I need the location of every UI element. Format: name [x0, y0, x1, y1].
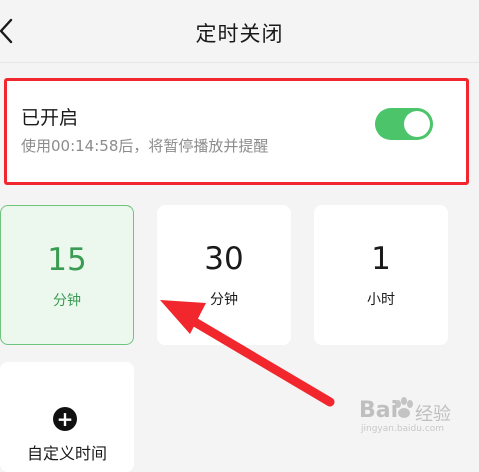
watermark-product: 经验: [415, 404, 451, 425]
paw-icon: [395, 397, 413, 418]
annotation-arrow: [160, 300, 335, 407]
watermark-url: jingyan.baidu.com: [361, 424, 445, 434]
baidu-jingyan-watermark: Bai 经验 jingyan.baidu.com: [353, 390, 473, 436]
